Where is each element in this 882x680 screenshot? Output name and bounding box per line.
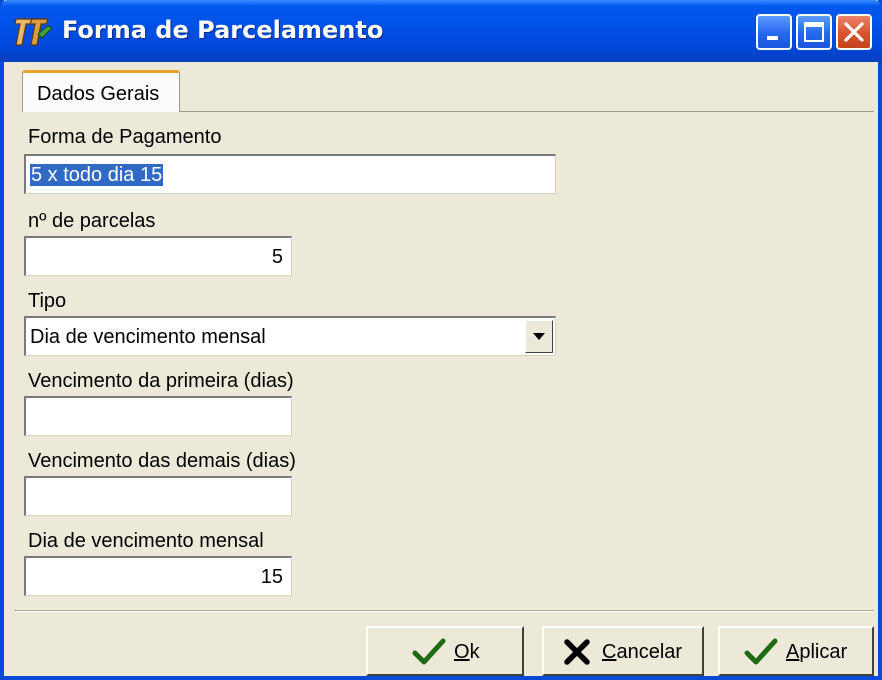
tab-label: Dados Gerais xyxy=(37,83,160,105)
num-parcelas-value: 5 xyxy=(271,246,283,268)
minimize-icon xyxy=(767,36,778,40)
tab-panel-border xyxy=(180,111,874,112)
x-icon xyxy=(564,639,590,665)
close-button[interactable] xyxy=(836,14,872,50)
divider-highlight xyxy=(14,611,874,612)
venc-demais-label: Vencimento das demais (dias) xyxy=(28,450,296,472)
forma-pagamento-input[interactable]: 5 x todo dia 15 xyxy=(24,154,556,194)
maximize-button[interactable] xyxy=(796,14,832,50)
app-window: Forma de Parcelamento Dados Gerais Forma… xyxy=(0,0,882,680)
ok-label: Ok xyxy=(454,641,480,663)
apply-button[interactable]: Aplicar xyxy=(718,626,874,676)
tipo-select[interactable]: Dia de vencimento mensal xyxy=(24,316,556,356)
forma-pagamento-label: Forma de Pagamento xyxy=(28,126,222,148)
num-parcelas-input[interactable]: 5 xyxy=(24,236,292,276)
check-icon xyxy=(744,638,778,665)
tipo-value: Dia de vencimento mensal xyxy=(30,326,266,348)
tipo-dropdown-button[interactable] xyxy=(525,320,553,353)
chevron-down-icon xyxy=(533,333,545,340)
venc-demais-input[interactable] xyxy=(24,476,292,516)
window-title: Forma de Parcelamento xyxy=(62,16,384,44)
venc-primeira-label: Vencimento da primeira (dias) xyxy=(28,370,294,392)
title-bar[interactable]: Forma de Parcelamento xyxy=(0,0,882,62)
num-parcelas-label: nº de parcelas xyxy=(28,210,156,232)
maximize-icon xyxy=(804,22,824,42)
minimize-button[interactable] xyxy=(756,14,792,50)
dia-venc-mensal-label: Dia de vencimento mensal xyxy=(28,530,264,552)
tab-dados-gerais[interactable]: Dados Gerais xyxy=(22,70,180,112)
dia-venc-mensal-value: 15 xyxy=(260,566,283,588)
apply-label: Aplicar xyxy=(786,641,848,663)
close-icon xyxy=(844,22,864,42)
forma-pagamento-value: 5 x todo dia 15 xyxy=(30,164,164,186)
check-icon xyxy=(412,638,446,665)
cancel-label: Cancelar xyxy=(602,641,683,663)
tipo-label: Tipo xyxy=(28,290,67,312)
app-logo-icon xyxy=(14,18,53,46)
venc-primeira-input[interactable] xyxy=(24,396,292,436)
ok-button[interactable]: Ok xyxy=(366,626,524,676)
dia-venc-mensal-input[interactable]: 15 xyxy=(24,556,292,596)
cancel-button[interactable]: Cancelar xyxy=(542,626,704,676)
